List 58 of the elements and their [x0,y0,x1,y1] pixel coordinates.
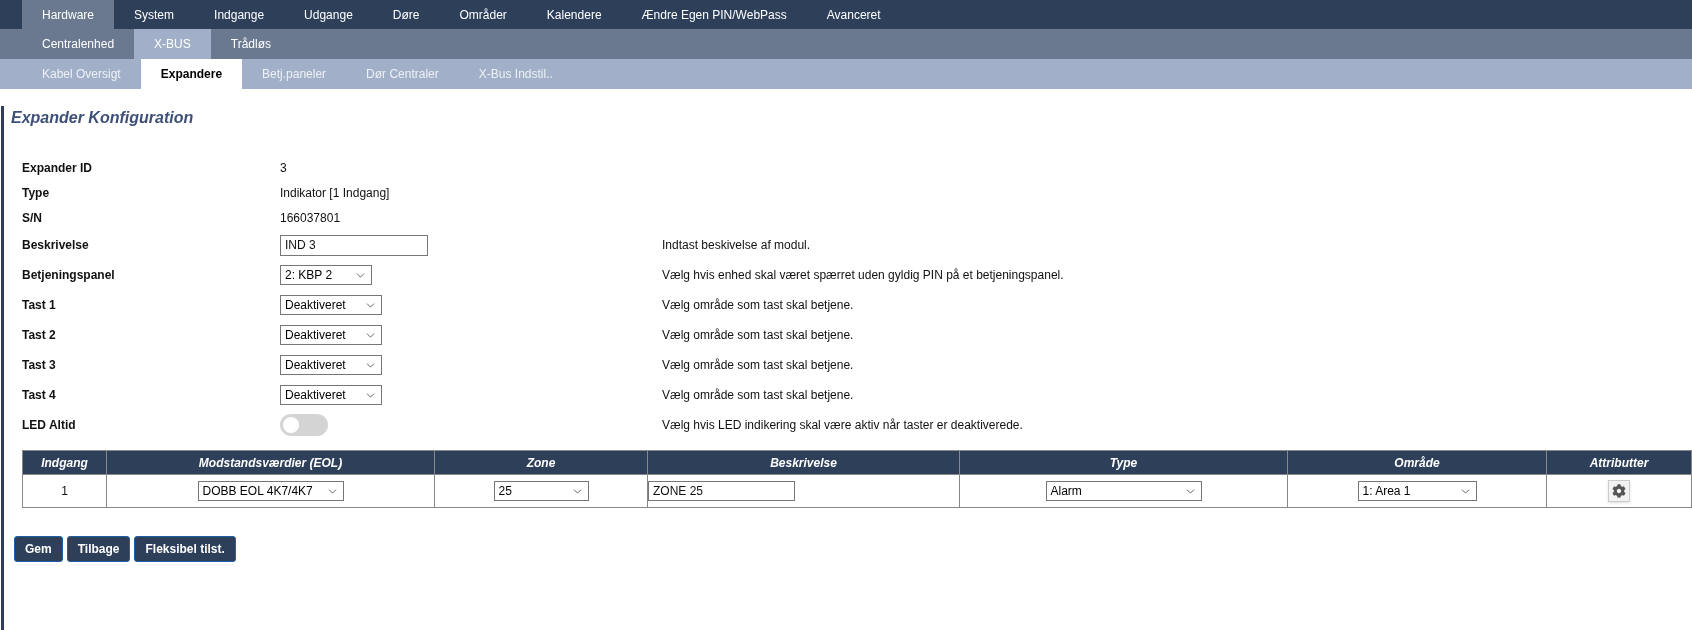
column-header: Zone [434,450,648,475]
field-label: Tast 3 [22,357,57,374]
nav-tab[interactable]: Udgange [284,0,373,29]
gear-icon [1612,483,1626,498]
toggle-switch[interactable] [280,414,328,436]
page-title: Expander Konfiguration [11,108,195,128]
column-header: Beskrivelse [647,450,960,475]
column-header: Type [959,450,1288,475]
input-field[interactable]: IND 3 [280,234,428,256]
field-value: 3 [280,159,287,177]
help-text: Vælg område som tast skal betjene. [662,327,854,344]
field-value: Indikator [1 Indgang] [280,184,390,202]
field-value: 166037801 [280,209,341,227]
select-field[interactable]: Deaktiveret [280,295,382,315]
field-label: LED Altid [22,417,77,434]
select-field[interactable]: Deaktiveret [280,325,382,345]
help-text: Vælg område som tast skal betjene. [662,387,854,404]
nav-tab[interactable]: Expandere [140,59,243,89]
select-field[interactable]: Deaktiveret [280,355,382,375]
action-button[interactable]: Fleksibel tilst. [134,536,236,562]
help-text: Vælg hvis LED indikering skal være aktiv når taster er deaktiverede. [662,417,1023,434]
nav-tab[interactable]: Døre [372,0,440,29]
nav-tab[interactable]: Indgange [194,0,285,29]
select-field[interactable]: DOBB EOL 4K7/4K7 [197,481,344,501]
settings-button[interactable] [1608,479,1630,502]
input-field[interactable]: ZONE 25 [648,481,795,501]
field-label: Beskrivelse [22,237,90,254]
field-label: Betjeningspanel [22,267,116,284]
field-label: S/N [22,209,43,227]
nav-tab[interactable]: Hardware [22,0,115,29]
table-cell-text: 1 [61,484,68,498]
column-header: Modstandsværdier (EOL) [106,450,435,475]
nav-tab[interactable]: Områder [439,0,527,29]
field-label: Expander ID [22,159,94,177]
nav-tab[interactable]: System [114,0,195,29]
column-header: Indgang [22,450,107,475]
action-button[interactable]: Tilbage [66,536,131,562]
select-field[interactable]: 25 [493,481,589,501]
select-field[interactable]: 1: Area 1 [1357,481,1477,501]
column-header: Attributter [1546,450,1692,475]
field-label: Tast 2 [22,327,57,344]
help-text: Vælg hvis enhed skal været spærret uden gyldig PIN på et betjeningspanel. [662,267,1064,284]
field-label: Tast 4 [22,387,57,404]
select-field[interactable]: Alarm [1045,481,1202,501]
help-text: Vælg område som tast skal betjene. [662,357,854,374]
select-field[interactable]: Deaktiveret [280,385,382,405]
column-header: Område [1287,450,1547,475]
nav-tab[interactable]: Centralenhed [22,29,135,59]
help-text: Vælg område som tast skal betjene. [662,297,854,314]
help-text: Indtast beskivelse af modul. [662,237,811,254]
nav-tab[interactable]: Kalendere [526,0,622,29]
nav-tab[interactable]: Ændre Egen PIN/WebPass [621,0,807,29]
select-field[interactable]: 2: KBP 2 [280,265,372,285]
field-label: Type [22,184,51,202]
nav-tab[interactable]: Trådløs [210,29,291,59]
field-label: Tast 1 [22,297,57,314]
nav-tab[interactable]: Avanceret [806,0,901,29]
action-button[interactable]: Gem [14,536,63,562]
